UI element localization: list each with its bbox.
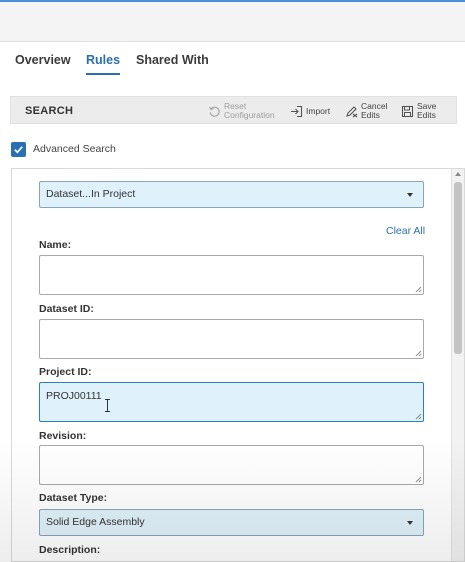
dataset-id-label: Dataset ID: — [39, 303, 94, 315]
save-edits-button[interactable]: Save Edits — [401, 100, 436, 122]
revision-label: Revision: — [39, 430, 87, 442]
name-field[interactable] — [39, 255, 424, 295]
project-id-value: PROJ00111 — [46, 390, 102, 402]
tab-rules[interactable]: Rules — [86, 53, 121, 75]
description-label: Description: — [39, 544, 101, 556]
tab-bar: Overview Rules Shared With — [0, 42, 465, 80]
dataset-id-field[interactable] — [39, 319, 424, 359]
scroll-up-arrow-icon[interactable] — [455, 172, 461, 176]
scrollbar[interactable] — [451, 169, 464, 561]
chevron-down-icon — [407, 193, 413, 197]
text-cursor-icon — [105, 399, 110, 412]
resize-grip-icon[interactable] — [414, 412, 422, 420]
cancel-label-line2: Edits — [361, 110, 380, 120]
check-icon — [14, 145, 23, 153]
search-form-panel: Dataset...In Project Clear All Name: Dat… — [11, 168, 465, 562]
toolbar-title: SEARCH — [25, 105, 74, 117]
revision-field[interactable] — [39, 445, 424, 485]
reset-label-line2: Configuration — [224, 110, 275, 120]
import-button[interactable]: Import — [290, 100, 330, 122]
save-icon — [401, 105, 414, 118]
dataset-type-select[interactable]: Solid Edge Assembly — [39, 509, 424, 536]
cancel-edit-icon — [345, 105, 358, 118]
reset-configuration-button[interactable]: Reset Configuration — [208, 100, 275, 122]
resize-grip-icon[interactable] — [414, 475, 422, 483]
resize-grip-icon[interactable] — [414, 349, 422, 357]
top-bar — [0, 0, 465, 42]
search-toolbar: SEARCH Reset Configuration Import Cancel E… — [10, 96, 457, 124]
chevron-down-icon — [407, 521, 413, 525]
import-label: Import — [306, 105, 331, 116]
reset-icon — [208, 105, 221, 118]
clear-all-link[interactable]: Clear All — [386, 225, 425, 237]
scrollbar-thumb[interactable] — [454, 182, 462, 354]
advanced-search-checkbox[interactable] — [11, 141, 26, 157]
project-id-label: Project ID: — [39, 366, 92, 378]
save-label-line2: Edits — [417, 110, 436, 120]
dataset-type-label: Dataset Type: — [39, 492, 108, 504]
search-type-select[interactable]: Dataset...In Project — [39, 181, 424, 208]
advanced-search-toggle[interactable]: Advanced Search — [11, 140, 116, 158]
cancel-edits-button[interactable]: Cancel Edits — [345, 100, 387, 122]
advanced-search-label: Advanced Search — [33, 143, 116, 155]
name-label: Name: — [39, 239, 72, 251]
search-type-value: Dataset...In Project — [46, 188, 136, 200]
resize-grip-icon[interactable] — [414, 285, 422, 293]
project-id-field[interactable]: PROJ00111 — [39, 382, 424, 422]
dataset-type-value: Solid Edge Assembly — [46, 516, 145, 528]
import-icon — [290, 105, 303, 118]
tab-overview[interactable]: Overview — [15, 53, 71, 73]
tab-shared-with[interactable]: Shared With — [136, 53, 209, 73]
